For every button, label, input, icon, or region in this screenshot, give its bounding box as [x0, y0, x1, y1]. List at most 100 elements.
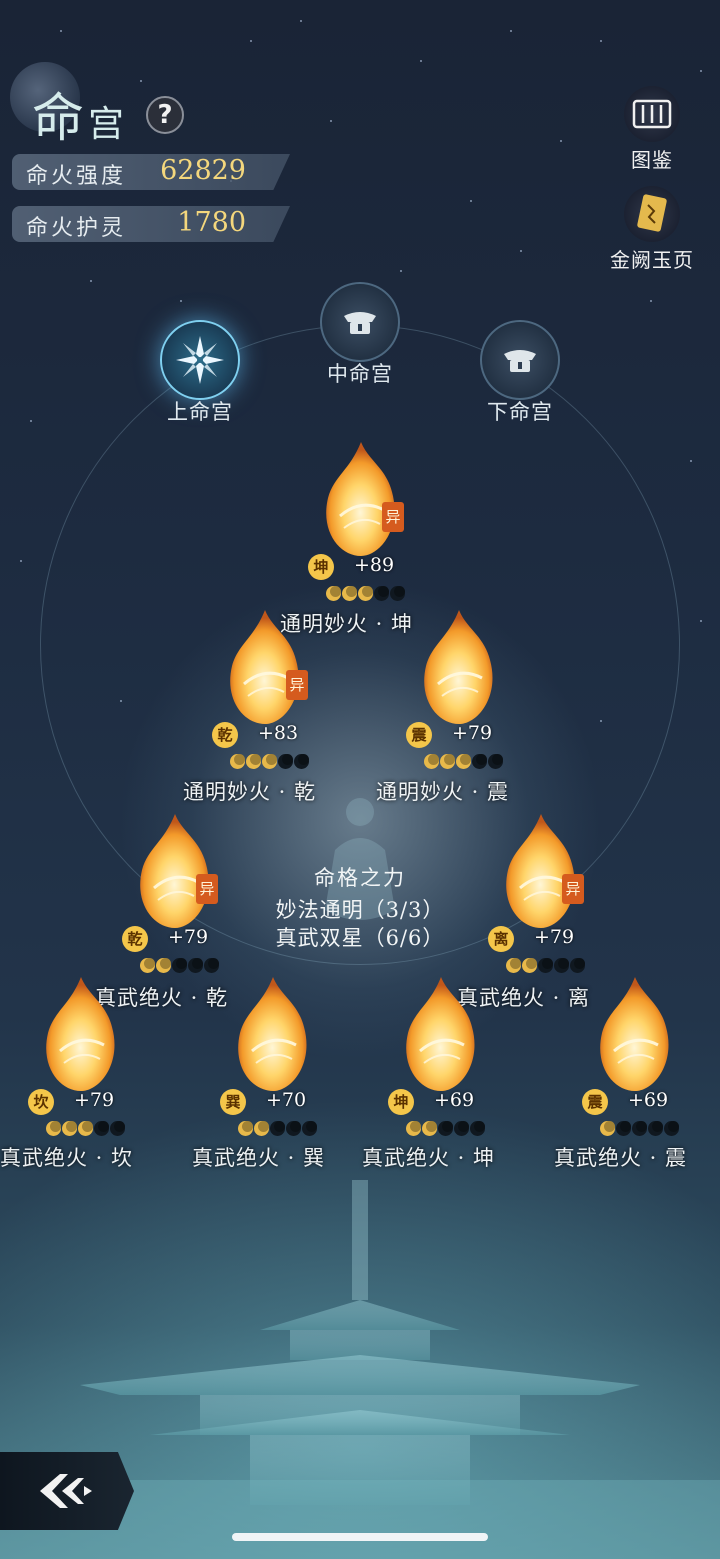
golden-page-button[interactable]: 金阙玉页 [592, 186, 712, 273]
trigram-badge: 震 [406, 722, 432, 748]
star [20, 560, 22, 562]
trigram-badge: 离 [488, 926, 514, 952]
trigram-badge: 巽 [220, 1089, 246, 1115]
stat-fire-strength: 命火强度 62829 [12, 154, 290, 190]
star [300, 20, 302, 22]
star [420, 60, 422, 62]
trigram-badge: 坤 [308, 554, 334, 580]
rare-tag: 异 [196, 874, 218, 904]
title-big: 命 [32, 89, 89, 149]
level-pip-filled [62, 1121, 77, 1136]
bonus-value: +79 [534, 926, 575, 948]
golden-page-icon [624, 186, 680, 242]
fire-node[interactable]: 坎 +79 [26, 975, 136, 1136]
star [250, 40, 252, 42]
level-pip-empty [632, 1121, 647, 1136]
stat-fire-guard: 命火护灵 1780 [12, 206, 290, 242]
level-pip-filled [506, 958, 521, 973]
level-pips [230, 754, 309, 769]
bonus-value: +79 [168, 926, 209, 948]
trigram-badge: 坎 [28, 1089, 54, 1115]
fire-node[interactable]: 震 +79 [404, 608, 514, 769]
fire-node[interactable]: 巽 +70 [218, 975, 328, 1136]
star [700, 620, 702, 622]
flame-icon [424, 610, 493, 724]
fire-node[interactable]: 异乾 +79 [120, 812, 230, 973]
level-pip-empty [488, 754, 503, 769]
level-pip-empty [110, 1121, 125, 1136]
back-button[interactable] [0, 1452, 134, 1530]
level-pips [600, 1121, 679, 1136]
level-pip-empty [286, 1121, 301, 1136]
destiny-power-panel: 命格之力 妙法通明（3/3） 真武双星（6/6） [240, 862, 480, 952]
title-small: 宫 [88, 104, 129, 145]
level-pip-empty [172, 958, 187, 973]
bonus-value: +69 [434, 1089, 475, 1111]
star [180, 300, 182, 302]
level-pip-filled [522, 958, 537, 973]
fire-node[interactable]: 坤 +69 [386, 975, 496, 1136]
level-pip-empty [188, 958, 203, 973]
level-pip-empty [204, 958, 219, 973]
tab-middle-palace[interactable]: 中命宫 [305, 282, 415, 388]
level-pips [238, 1121, 317, 1136]
rare-tag: 异 [562, 874, 584, 904]
snowflake-icon [160, 320, 240, 400]
level-pip-filled [406, 1121, 421, 1136]
flame-icon [600, 977, 669, 1091]
level-pip-filled [246, 754, 261, 769]
level-pip-filled [46, 1121, 61, 1136]
level-pip-filled [424, 754, 439, 769]
level-pip-empty [472, 754, 487, 769]
rare-tag: 异 [382, 502, 404, 532]
stat-value: 1780 [177, 207, 246, 238]
bonus-value: +79 [74, 1089, 115, 1111]
lock-icon [320, 282, 400, 362]
flame-icon [46, 977, 115, 1091]
level-pip-empty [570, 958, 585, 973]
level-pips [424, 754, 503, 769]
star [510, 30, 512, 32]
level-pip-filled [600, 1121, 615, 1136]
fire-node[interactable]: 异乾 +83 [210, 608, 320, 769]
codex-label: 图鉴 [631, 148, 673, 172]
destiny-power-line: 妙法通明（3/3） [275, 898, 445, 922]
level-pip-filled [254, 1121, 269, 1136]
level-pip-empty [94, 1121, 109, 1136]
codex-button[interactable]: 图鉴 [592, 86, 712, 173]
stat-label: 命火强度 [26, 164, 127, 189]
palace-label: 中命宫 [327, 362, 393, 386]
level-pip-empty [438, 1121, 453, 1136]
bonus-value: +83 [258, 722, 299, 744]
star [60, 30, 62, 32]
rare-tag: 异 [286, 670, 308, 700]
level-pip-empty [554, 958, 569, 973]
star [90, 280, 92, 282]
star [520, 250, 522, 252]
level-pip-empty [616, 1121, 631, 1136]
destiny-power-line: 真武双星（6/6） [275, 926, 445, 950]
level-pips [326, 586, 405, 601]
flame-icon [238, 977, 307, 1091]
palace-label: 上命宫 [167, 400, 233, 424]
fire-node-name: 真武绝火 · 坎 [0, 1146, 134, 1170]
star [470, 200, 472, 202]
tab-lower-palace[interactable]: 下命宫 [465, 320, 575, 426]
fire-node[interactable]: 异坤 +89 [306, 440, 416, 601]
fire-node[interactable]: 震 +69 [580, 975, 690, 1136]
fire-node-name: 通明妙火 · 震 [376, 780, 510, 804]
flame-icon [326, 442, 395, 556]
level-pip-filled [358, 586, 373, 601]
star [600, 40, 602, 42]
bonus-value: +69 [628, 1089, 669, 1111]
bonus-value: +89 [354, 554, 395, 576]
tab-upper-palace[interactable]: 上命宫 [145, 320, 255, 426]
star [700, 70, 702, 72]
help-button[interactable]: ? [146, 96, 184, 134]
bonus-value: +79 [452, 722, 493, 744]
level-pip-empty [294, 754, 309, 769]
star [30, 420, 32, 422]
level-pip-filled [156, 958, 171, 973]
star [560, 140, 562, 142]
fire-node[interactable]: 异离 +79 [486, 812, 596, 973]
